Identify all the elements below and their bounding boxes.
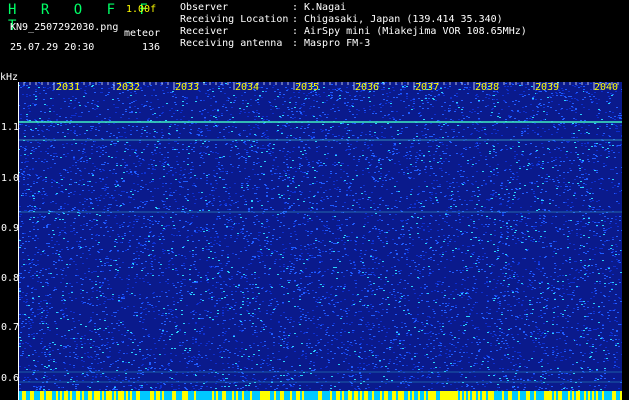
info-row-antenna: Receiving antenna : Maspro FM-3 [180, 38, 527, 50]
time-tick-label: 2035 [295, 82, 320, 93]
bottom-level-strip [18, 391, 622, 400]
time-tick-label: 2033 [175, 82, 200, 93]
y-tick-label: 0.8 [1, 273, 20, 284]
meteor-label: meteor [124, 28, 161, 39]
y-tick-label: 0.6 [1, 373, 20, 384]
spectrogram-canvas [18, 82, 622, 400]
spectrogram [18, 82, 622, 400]
info-separator: : [292, 14, 299, 25]
info-key: Receiving Location [180, 14, 289, 25]
info-separator: : [292, 2, 299, 13]
time-tick-label: 2038 [475, 82, 500, 93]
time-tick-label: 2037 [415, 82, 440, 93]
time-tick-label: 2031 [56, 82, 81, 93]
time-tick-label: 2039 [535, 82, 560, 93]
info-separator: : [292, 26, 299, 37]
y-tick-label: 1.1 [1, 122, 20, 133]
info-row-location: Receiving Location : Chigasaki, Japan (1… [180, 14, 527, 26]
time-tick-label: 2032 [116, 82, 141, 93]
time-tick-label: 2034 [235, 82, 260, 93]
info-value: K.Nagai [304, 2, 347, 13]
meteor-count: 136 [142, 42, 161, 53]
info-key: Observer [180, 2, 229, 13]
info-value: Chigasaki, Japan (139.414 35.340) [304, 14, 503, 25]
info-row-observer: Observer : K.Nagai [180, 2, 527, 14]
y-axis-unit: kHz [0, 72, 19, 83]
version-label: 1.00f [126, 4, 157, 15]
info-value: AirSpy mini (Miakejima VOR 108.65MHz) [304, 26, 527, 37]
info-value: Maspro FM-3 [304, 38, 371, 49]
info-row-receiver: Receiver : AirSpy mini (Miakejima VOR 10… [180, 26, 527, 38]
y-tick-label: 0.7 [1, 322, 20, 333]
datetime-label: 25.07.29 20:30 [10, 42, 95, 53]
y-tick-label: 0.9 [1, 223, 20, 234]
time-tick-label: 2036 [355, 82, 380, 93]
observation-info: Observer : K.Nagai Receiving Location : … [180, 2, 527, 50]
y-tick-label: 1.0 [1, 173, 20, 184]
filename-label: KN9_2507292030.png [10, 22, 119, 33]
info-key: Receiving antenna [180, 38, 283, 49]
info-separator: : [292, 38, 299, 49]
time-tick-label: 2040 [594, 82, 619, 93]
header-left: H R O F F T 1.00f KN9_2507292030.png met… [8, 2, 168, 74]
info-key: Receiver [180, 26, 229, 37]
